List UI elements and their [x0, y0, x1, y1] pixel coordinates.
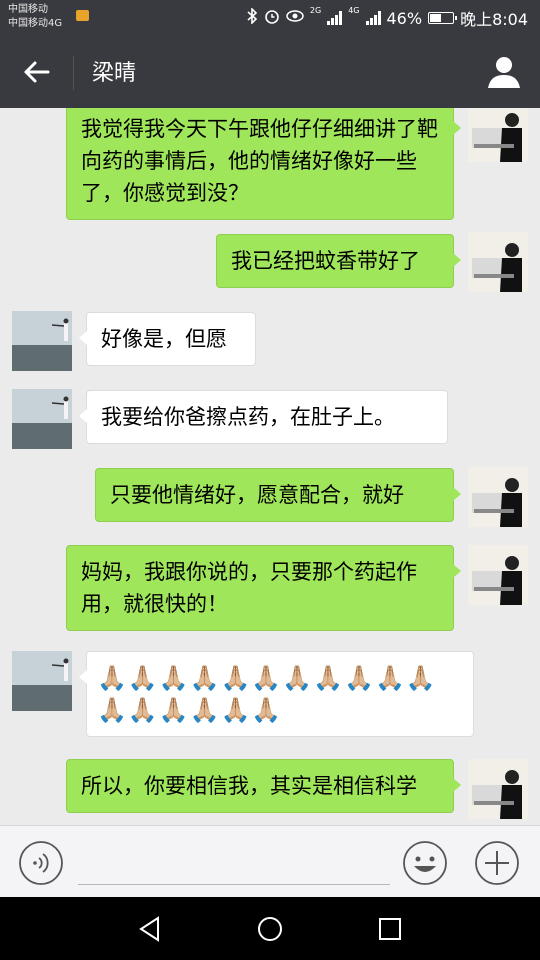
plus-icon [475, 841, 519, 885]
input-bar [0, 825, 540, 897]
signal-icon [327, 11, 343, 25]
my-avatar[interactable] [468, 467, 528, 527]
my-avatar[interactable] [468, 232, 528, 292]
status-bar: 中国移动 中国移动4G 2G 4G 46% 晚上8:04 [0, 0, 540, 36]
arrow-left-icon [24, 61, 50, 83]
emoji-button[interactable] [402, 840, 448, 886]
carrier-info: 中国移动 中国移动4G [8, 3, 62, 31]
contact-avatar[interactable] [12, 311, 72, 371]
nav-back-icon [139, 916, 159, 942]
my-avatar[interactable] [468, 545, 528, 605]
message-list[interactable]: 我觉得我今天下午跟他仔仔细细讲了靶向药的事情后，他的情绪好像好一些了，你感觉到没… [0, 108, 540, 825]
message-bubble[interactable]: 妈妈，我跟你说的，只要那个药起作用，就很快的！ [66, 545, 461, 631]
more-button[interactable] [474, 840, 520, 886]
profile-button[interactable] [482, 50, 526, 94]
nav-recent-icon [379, 918, 401, 940]
nav-back-button[interactable] [132, 911, 168, 947]
battery-icon [428, 12, 458, 24]
network-2g-label: 2G [309, 6, 322, 15]
sim-icon [76, 10, 89, 21]
voice-button[interactable] [18, 840, 64, 886]
chat-header: 梁晴 [0, 36, 540, 108]
message-bubble[interactable]: 好像是，但愿 [79, 312, 256, 366]
back-button[interactable] [14, 50, 58, 94]
signal-icon [365, 11, 381, 25]
message-bubble[interactable]: 只要他情绪好，愿意配合，就好 [95, 468, 461, 522]
contact-avatar[interactable] [12, 651, 72, 711]
battery-percent: 46% [386, 8, 423, 28]
system-nav-bar [0, 897, 540, 960]
my-avatar[interactable] [468, 759, 528, 819]
contact-avatar[interactable] [12, 389, 72, 449]
my-avatar[interactable] [468, 108, 528, 162]
message-bubble[interactable]: 我已经把蚊香带好了 [216, 234, 461, 288]
network-4g-label: 4G [348, 6, 360, 15]
person-icon [488, 57, 520, 88]
carrier-label-1: 中国移动 [8, 4, 48, 15]
clock: 晚上8:04 [460, 10, 528, 29]
carrier-label-2: 中国移动4G [8, 18, 63, 29]
message-bubble[interactable]: 我要给你爸擦点药，在肚子上。 [79, 390, 448, 444]
eye-icon [286, 10, 304, 26]
nav-home-button[interactable] [252, 911, 288, 947]
chat-title: 梁晴 [92, 61, 137, 86]
emoji-icon [403, 841, 447, 885]
nav-home-icon [258, 917, 282, 941]
message-bubble[interactable]: 我觉得我今天下午跟他仔仔细细讲了靶向药的事情后，他的情绪好像好一些了，你感觉到没… [66, 108, 461, 220]
voice-icon [19, 841, 63, 885]
message-input[interactable] [78, 842, 390, 885]
message-bubble[interactable]: 🙏🏼🙏🏼🙏🏼🙏🏼🙏🏼🙏🏼🙏🏼🙏🏼🙏🏼🙏🏼🙏🏼🙏🏼🙏🏼🙏🏼🙏🏼🙏🏼🙏🏼 [79, 651, 474, 737]
alarm-icon [264, 8, 280, 28]
message-bubble[interactable]: 所以，你要相信我，其实是相信科学 [66, 759, 461, 813]
status-icons: 2G 4G 46% 晚上8:04 [246, 0, 528, 36]
nav-recent-button[interactable] [372, 911, 408, 947]
header-divider [73, 56, 74, 90]
bluetooth-icon [246, 7, 258, 28]
